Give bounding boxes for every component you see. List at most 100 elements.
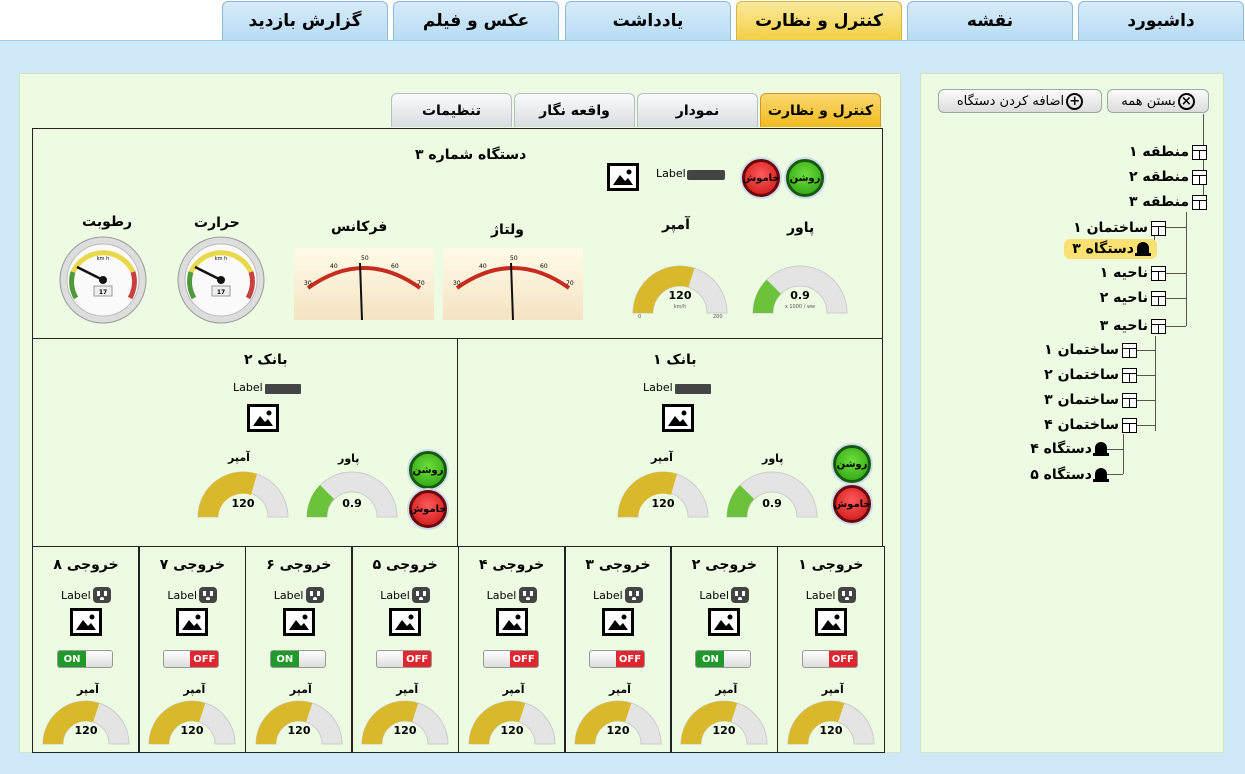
- output-amp-gauge: 120: [574, 700, 662, 745]
- tree-item-building-4[interactable]: ساختمان ۴: [1044, 417, 1137, 433]
- bank-1-off-button[interactable]: خاموش: [833, 485, 871, 523]
- bank-1-on-button[interactable]: روشن: [833, 445, 871, 483]
- image-icon[interactable]: [495, 608, 528, 636]
- tab-control-monitoring[interactable]: کنترل و نظارت: [736, 1, 902, 40]
- device-on-button[interactable]: روشن: [786, 159, 824, 197]
- image-icon[interactable]: [70, 608, 102, 636]
- output-toggle[interactable]: ON: [57, 650, 113, 668]
- subtab-settings[interactable]: تنظیمات: [391, 93, 512, 127]
- output-amp-value: 120: [819, 724, 842, 737]
- tree-item-device-3[interactable]: دستگاه ۳: [1064, 239, 1157, 259]
- label-bar-icon: [675, 384, 711, 394]
- image-icon[interactable]: [389, 608, 422, 636]
- amp-gauge: 120 km/h 0 200: [632, 265, 728, 320]
- tree-item-building-2[interactable]: ساختمان ۲: [1044, 367, 1137, 383]
- building-icon: [1151, 220, 1166, 236]
- output-amp-value: 120: [500, 724, 523, 737]
- humidity-unit: km h: [97, 256, 110, 262]
- tree-item-zone-3[interactable]: ناحیه ۳: [1100, 318, 1166, 334]
- temperature-unit: km h: [215, 256, 228, 262]
- device-label: Label: [656, 167, 686, 180]
- bank-1-amp-value: 120: [652, 497, 675, 510]
- frequency-tick-4: 70: [417, 280, 425, 287]
- bank-2-title: بانک ۲: [244, 352, 288, 368]
- plug-icon: [93, 587, 111, 603]
- subtab-control[interactable]: کنترل و نظارت: [760, 93, 881, 127]
- image-icon[interactable]: [662, 404, 694, 432]
- tab-photo-video[interactable]: عکس و فیلم: [393, 1, 559, 40]
- output-toggle[interactable]: OFF: [163, 650, 220, 668]
- output-title: خروجی ۲: [691, 557, 757, 573]
- add-device-label: اضافه کردن دستگاه: [956, 93, 1065, 109]
- output-title: خروجی ۴: [479, 557, 545, 573]
- tab-visit-report[interactable]: گزارش بازدید: [222, 1, 388, 40]
- sidebar-panel: × بستن همه + اضافه کردن دستگاه منطقه ۱ م…: [920, 73, 1224, 753]
- amp-gauge-label: آمپر: [662, 217, 690, 233]
- voltage-tick-0: 30: [453, 280, 461, 287]
- plug-icon: [305, 587, 324, 603]
- output-toggle[interactable]: OFF: [589, 650, 645, 668]
- output-toggle[interactable]: OFF: [482, 650, 539, 668]
- output-toggle[interactable]: OFF: [801, 650, 858, 668]
- output-amp-gauge: 120: [148, 700, 236, 745]
- building-icon: [1192, 144, 1207, 160]
- tree-item-building-1[interactable]: ساختمان ۱: [1073, 220, 1166, 236]
- image-icon[interactable]: [607, 163, 639, 191]
- output-toggle[interactable]: ON: [695, 650, 752, 668]
- voltage-tick-4: 70: [566, 280, 574, 287]
- tree-item-building-3[interactable]: ساختمان ۳: [1044, 392, 1137, 408]
- tree-item-zone-1[interactable]: ناحیه ۱: [1100, 265, 1166, 281]
- humidity-gauge: 17 km h: [59, 236, 147, 324]
- output-box: خروجی ۶ Label ON آمپر 120: [244, 546, 353, 753]
- tree-item-zone-2[interactable]: ناحیه ۲: [1100, 290, 1166, 306]
- image-icon[interactable]: [247, 404, 279, 432]
- subtab-event-log[interactable]: واقعه نگار: [514, 93, 635, 127]
- output-amp-value: 120: [287, 724, 310, 737]
- tree-item-region-1[interactable]: منطقه ۱: [1129, 144, 1207, 160]
- plug-icon: [731, 587, 750, 603]
- output-label: Label: [380, 589, 410, 602]
- image-icon[interactable]: [814, 608, 847, 636]
- close-all-button[interactable]: × بستن همه: [1107, 89, 1209, 113]
- output-toggle[interactable]: ON: [269, 650, 326, 668]
- image-icon[interactable]: [602, 608, 634, 636]
- power-strip-icon: [687, 170, 725, 180]
- add-device-button[interactable]: + اضافه کردن دستگاه: [938, 89, 1102, 113]
- tab-notes[interactable]: یادداشت: [565, 1, 731, 40]
- tree-item-region-2[interactable]: منطقه ۲: [1129, 169, 1207, 185]
- output-label: Label: [167, 589, 198, 602]
- output-label: Label: [273, 589, 304, 602]
- bank-2-off-button[interactable]: خاموش: [409, 490, 447, 528]
- output-title: خروجی ۸: [53, 557, 119, 573]
- bank-2-on-button[interactable]: روشن: [409, 451, 447, 489]
- tree-item-region-3[interactable]: منطقه ۳: [1129, 194, 1207, 210]
- building-icon: [1122, 342, 1137, 358]
- toggle-on-label: ON: [696, 651, 725, 667]
- voltage-label: ولتاژ: [491, 222, 524, 238]
- plug-icon: [518, 587, 537, 603]
- tab-map[interactable]: نقشه: [907, 1, 1073, 40]
- tree-item-device-5[interactable]: دستگاه ۵: [1030, 467, 1109, 483]
- top-navigation: داشبورد نقشه کنترل و نظارت یادداشت عکس و…: [0, 0, 1245, 40]
- toggle-off-label: OFF: [828, 651, 857, 667]
- device-off-button[interactable]: خاموش: [742, 159, 780, 197]
- tree-item-building-1b[interactable]: ساختمان ۱: [1044, 342, 1137, 358]
- bank-2-amp-gauge: 120: [197, 471, 289, 518]
- tab-dashboard[interactable]: داشبورد: [1078, 1, 1244, 40]
- building-icon: [1122, 367, 1137, 383]
- temperature-label: حرارت: [194, 215, 240, 231]
- image-icon[interactable]: [176, 608, 209, 636]
- amp-max: 200: [713, 314, 723, 320]
- output-amp-gauge: 120: [680, 700, 768, 745]
- output-toggle[interactable]: OFF: [376, 650, 433, 668]
- image-icon[interactable]: [708, 608, 741, 636]
- image-icon[interactable]: [282, 608, 315, 636]
- toggle-off-label: OFF: [616, 651, 644, 667]
- bank-2-amp-value: 120: [232, 497, 255, 510]
- plug-icon: [837, 587, 856, 603]
- device-icon: [1093, 442, 1109, 456]
- output-amp-value: 120: [394, 724, 417, 737]
- subtab-chart[interactable]: نمودار: [637, 93, 758, 127]
- tree-item-device-4[interactable]: دستگاه ۴: [1030, 441, 1109, 457]
- output-amp-value: 120: [181, 724, 204, 737]
